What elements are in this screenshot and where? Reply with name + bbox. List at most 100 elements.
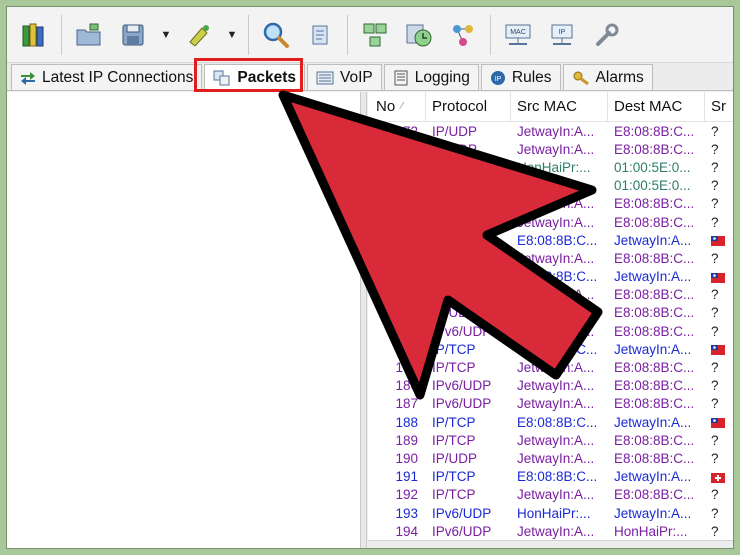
cell-no: 178 xyxy=(395,232,418,248)
unknown-flag-marker: ? xyxy=(711,505,719,521)
cell-protocol: IP/TCP xyxy=(432,487,476,503)
taiwan-flag-icon xyxy=(711,236,725,247)
cell-src-mac: E8:08:8B:C... xyxy=(517,232,598,248)
table-row[interactable]: 192 IP/TCP JetwayIn:A... E8:08:8B:C...? xyxy=(368,486,733,504)
tab-label: VoIP xyxy=(339,68,373,86)
tab-voip[interactable]: VoIP xyxy=(306,64,382,90)
column-header-dest-mac[interactable]: Dest MAC xyxy=(608,92,705,122)
app-window: ▼ ▼ MAC IP Latest IP Connections Packets… xyxy=(6,6,734,549)
chevron-down-icon[interactable]: ▼ xyxy=(224,14,240,56)
mac-address-icon[interactable]: MAC xyxy=(499,14,537,56)
cell-no: 187 xyxy=(395,396,418,412)
column-label: No xyxy=(376,98,396,115)
cell-no: 176 xyxy=(395,196,418,212)
cell-src-mac: JetwayIn:A... xyxy=(517,378,595,394)
find-next-icon[interactable] xyxy=(301,14,339,56)
table-row[interactable]: 180 IP/TCP E8:08:8B:C... JetwayIn:A... xyxy=(368,268,733,286)
cell-src-mac: JetwayIn:A... xyxy=(517,450,595,466)
table-row[interactable]: 182 IP/UDP JetwayIn:A... E8:08:8B:C...? xyxy=(368,304,733,322)
save-disk-icon[interactable] xyxy=(114,14,152,56)
cell-dest-mac: E8:08:8B:C... xyxy=(614,378,695,394)
schedule-clock-icon[interactable] xyxy=(400,14,438,56)
table-row[interactable]: 191 IP/TCP E8:08:8B:C... JetwayIn:A... xyxy=(368,468,733,486)
table-body: 172 IP/UDP JetwayIn:A... E8:08:8B:C...? 173 I… xyxy=(368,122,733,540)
cell-no: 190 xyxy=(395,450,418,466)
search-icon[interactable] xyxy=(257,14,295,56)
cell-src-flag xyxy=(705,415,733,430)
splitter[interactable] xyxy=(361,92,367,548)
horizontal-scrollbar[interactable] xyxy=(368,540,733,548)
connections-icon xyxy=(20,71,36,85)
taiwan-flag-icon xyxy=(711,345,725,356)
cell-dest-mac: JetwayIn:A... xyxy=(614,269,692,285)
books-icon[interactable] xyxy=(15,14,53,56)
column-label: Dest MAC xyxy=(614,98,683,115)
voip-icon xyxy=(316,71,334,85)
table-row[interactable]: 194 IPv6/UDP JetwayIn:A... HonHaiPr:...? xyxy=(368,522,733,540)
table-row[interactable]: 185 IP/TCP JetwayIn:A... E8:08:8B:C...? xyxy=(368,358,733,376)
wrench-icon[interactable] xyxy=(587,14,625,56)
open-folder-icon[interactable] xyxy=(70,14,108,56)
svg-text:IP: IP xyxy=(495,76,502,83)
chevron-down-icon[interactable]: ▼ xyxy=(158,14,174,56)
cell-src-mac: JetwayIn:A... xyxy=(517,523,595,539)
table-row[interactable]: 174 IP/UDP HonHaiPr:... 01:00:5E:0...? xyxy=(368,158,733,176)
table-row[interactable]: 175 IP/UDP HonHaiPr:... 01:00:5E:0...? xyxy=(368,177,733,195)
cell-no: 185 xyxy=(395,360,418,376)
table-row[interactable]: 190 IP/UDP JetwayIn:A... E8:08:8B:C...? xyxy=(368,449,733,467)
cell-protocol: IP/UDP xyxy=(432,450,478,466)
table-row[interactable]: 183 IPv6/UDP JetwayIn:A... E8:08:8B:C...? xyxy=(368,322,733,340)
cell-src-flag: ? xyxy=(705,433,733,448)
tab-logging[interactable]: Logging xyxy=(383,64,479,90)
table-row[interactable]: 187 IPv6/UDP JetwayIn:A... E8:08:8B:C...? xyxy=(368,395,733,413)
network-monitor-icon[interactable] xyxy=(356,14,394,56)
table-row[interactable]: 186 IPv6/UDP JetwayIn:A... E8:08:8B:C...? xyxy=(368,377,733,395)
tab-alarms[interactable]: Alarms xyxy=(562,64,653,90)
table-row[interactable]: 193 IPv6/UDP HonHaiPr:... JetwayIn:A...? xyxy=(368,504,733,522)
table-row[interactable]: 172 IP/UDP JetwayIn:A... E8:08:8B:C...? xyxy=(368,122,733,140)
table-row[interactable]: 178 IP/TCP E8:08:8B:C... JetwayIn:A... xyxy=(368,231,733,249)
tab-rules[interactable]: IP Rules xyxy=(480,64,561,90)
cell-dest-mac: E8:08:8B:C... xyxy=(614,323,695,339)
nodes-icon[interactable] xyxy=(444,14,482,56)
capture-tool-icon[interactable] xyxy=(180,14,218,56)
cell-dest-mac: JetwayIn:A... xyxy=(614,341,692,357)
cell-src-mac: E8:08:8B:C... xyxy=(517,269,598,285)
column-label: Protocol xyxy=(432,98,488,115)
table-row[interactable]: 188 IP/TCP E8:08:8B:C... JetwayIn:A... xyxy=(368,413,733,431)
cell-dest-mac: E8:08:8B:C... xyxy=(614,396,695,412)
table-row[interactable]: 177 IP/UDP JetwayIn:A... E8:08:8B:C...? xyxy=(368,213,733,231)
unknown-flag-marker: ? xyxy=(711,523,719,539)
column-header-src-mac[interactable]: Src MAC xyxy=(511,92,608,122)
ip-address-icon[interactable]: IP xyxy=(543,14,581,56)
column-header-src-more[interactable]: Sr xyxy=(705,92,733,122)
cell-dest-mac: JetwayIn:A... xyxy=(614,505,692,521)
column-header-protocol[interactable]: Protocol xyxy=(426,92,511,122)
column-label: Src MAC xyxy=(517,98,577,115)
table-row[interactable]: 176 IP/UDP JetwayIn:A... E8:08:8B:C...? xyxy=(368,195,733,213)
cell-no: 189 xyxy=(395,432,418,448)
cell-dest-mac: 01:00:5E:0... xyxy=(614,178,691,194)
cell-src-mac: HonHaiPr:... xyxy=(517,178,591,194)
toolbar-separator xyxy=(248,14,249,55)
unknown-flag-marker: ? xyxy=(711,450,719,466)
column-label: Sr xyxy=(711,98,726,115)
cell-src-flag: ? xyxy=(705,287,733,302)
tab-packets[interactable]: Packets xyxy=(204,64,305,90)
unknown-flag-marker: ? xyxy=(711,305,719,321)
cell-src-flag: ? xyxy=(705,450,733,466)
unknown-flag-marker: ? xyxy=(711,378,719,394)
cell-src-mac: JetwayIn:A... xyxy=(517,214,595,230)
cell-protocol: IP/TCP xyxy=(432,414,476,430)
table-row[interactable]: 181 IP/UDP JetwayIn:A... E8:08:8B:C...? xyxy=(368,286,733,304)
tab-label: Packets xyxy=(237,68,296,86)
tab-latest-ip-connections[interactable]: Latest IP Connections xyxy=(11,64,203,90)
table-row[interactable]: 179 IP/UDP JetwayIn:A... E8:08:8B:C...? xyxy=(368,249,733,267)
cell-no: 194 xyxy=(395,523,418,539)
table-row[interactable]: 173 IP/UDP JetwayIn:A... E8:08:8B:C...? xyxy=(368,140,733,158)
table-row[interactable]: 189 IP/TCP JetwayIn:A... E8:08:8B:C...? xyxy=(368,431,733,449)
column-header-no[interactable]: No ⁄ xyxy=(368,92,426,122)
cell-protocol: IP/UDP xyxy=(432,305,478,321)
table-row[interactable]: 184 IP/TCP E8:08:8B:C... JetwayIn:A... xyxy=(368,340,733,358)
cell-protocol: IP/UDP xyxy=(432,123,478,139)
